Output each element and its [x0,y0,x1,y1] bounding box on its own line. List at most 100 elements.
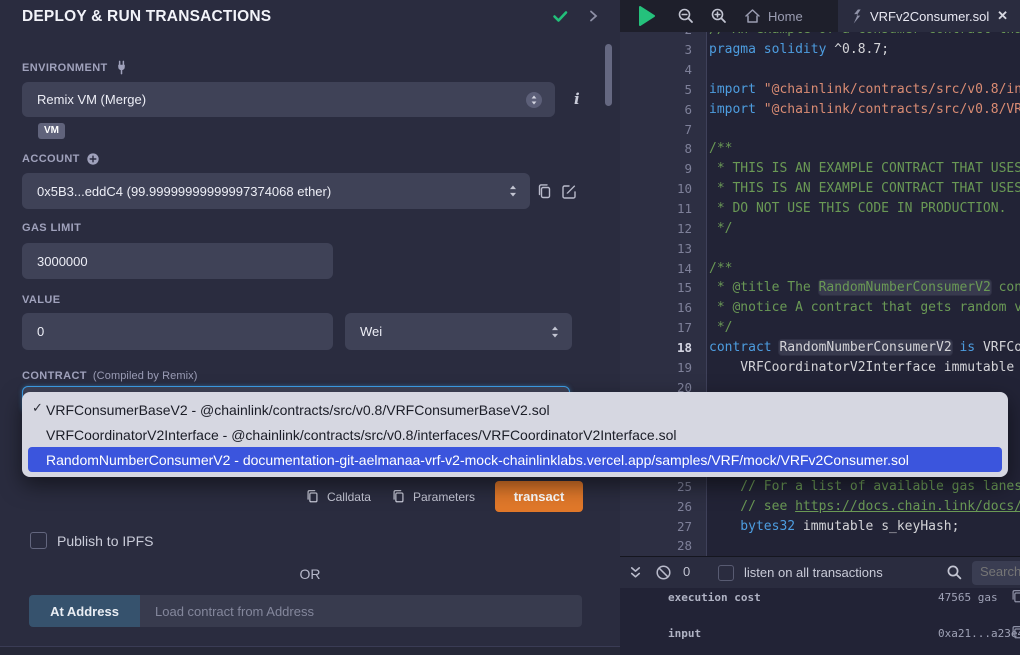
code-line: 17 */ [620,318,1020,338]
code-text: VRFCoordinatorV2Interface immutable CO [706,360,1020,375]
transaction-count-badge: 0 [683,564,690,579]
zoom-out-icon[interactable] [677,7,695,25]
code-text: /** [706,141,732,156]
clear-console-ban-icon[interactable] [655,564,672,581]
code-line: 8/** [620,139,1020,159]
code-line: 4 [620,60,1020,80]
account-label: ACCOUNT [22,152,100,166]
publish-ipfs-label: Publish to IPFS [57,533,154,549]
terminal-search-input[interactable] [972,561,1020,579]
deploy-action-row: Calldata Parameters transact [0,481,583,512]
line-number: 7 [620,122,706,137]
select-arrows-icon [525,91,543,109]
code-line: 3pragma solidity ^0.8.7; [620,40,1020,60]
code-line: 7 [620,119,1020,139]
line-number: 13 [620,241,706,256]
code-line: 9 * THIS IS AN EXAMPLE CONTRACT THAT USE… [620,159,1020,179]
line-number: 5 [620,82,706,97]
gas-limit-input[interactable] [22,254,333,269]
code-text: */ [706,320,732,335]
account-value: 0x5B3...eddC4 (99.99999999999997374068 e… [22,184,331,199]
at-address-input[interactable] [140,604,582,619]
code-text: * DO NOT USE THIS CODE IN PRODUCTION. [706,201,1006,216]
code-editor[interactable]: 2// An example of a consumer contract th… [620,32,1020,556]
value-input[interactable] [22,324,333,339]
terminal-row: execution cost 47565 gas [620,591,1020,607]
publish-ipfs-checkbox[interactable] [30,532,47,549]
line-number: 10 [620,181,706,196]
contract-option-label: VRFConsumerBaseV2 - @chainlink/contracts… [46,402,550,418]
collapse-panel-chevron-icon[interactable] [585,8,601,24]
value-label: VALUE [22,294,60,306]
listen-all-transactions-label: listen on all transactions [744,565,883,580]
edit-account-icon[interactable] [561,183,578,200]
expand-terminal-chevrons-icon[interactable] [628,565,643,581]
terminal-row: input0xa21...a23e4 [620,627,1020,643]
parameters-group[interactable]: Parameters [391,489,475,504]
environment-label: ENVIRONMENT [22,60,129,75]
terminal-search-icon [946,564,963,581]
copy-value-icon[interactable] [1010,625,1020,640]
copy-parameters-icon [391,489,406,504]
listen-all-transactions-checkbox[interactable] [718,565,734,581]
terminal-row-value: 47565 gas [938,591,998,604]
line-number: 16 [620,300,706,315]
contract-option[interactable]: RandomNumberConsumerV2 - documentation-g… [28,447,1002,472]
gas-limit-input-box [22,243,333,279]
copy-account-icon[interactable] [536,183,553,200]
vm-badge: VM [38,123,65,139]
solidity-file-icon [850,9,863,24]
or-divider-label: OR [0,566,620,582]
compile-success-check-icon [551,7,569,25]
add-account-plus-icon[interactable] [86,152,100,166]
value-input-box [22,313,333,350]
environment-select[interactable]: Remix VM (Merge) [22,82,555,117]
run-script-play-icon[interactable] [638,6,656,26]
line-number: 17 [620,320,706,335]
select-caret-icon [506,183,520,199]
code-line: 25 // For a list of available gas lanes, [620,476,1020,496]
code-line: 28 [620,536,1020,556]
contract-option[interactable]: ✓VRFConsumerBaseV2 - @chainlink/contract… [22,397,1008,422]
tab-vrfv2consumer[interactable]: VRFv2Consumer.sol ✕ [838,0,1020,32]
line-number: 19 [620,360,706,375]
terminal-row-label: input [668,627,701,640]
terminal-output[interactable]: execution cost 47565 gas input0xa21...a23e… [620,588,1020,655]
contract-label: CONTRACT (Compiled by Remix) [22,370,198,382]
home-icon [744,8,761,24]
tab-home[interactable]: Home [732,0,815,32]
value-unit-select[interactable]: Wei [345,313,572,350]
contract-dropdown-menu: ✓VRFConsumerBaseV2 - @chainlink/contract… [22,392,1008,477]
calldata-group[interactable]: Calldata [305,489,371,504]
panel-scrollbar-thumb[interactable] [605,44,612,106]
parameters-label: Parameters [413,490,475,504]
code-text: * @title The RandomNumberConsumerV2 cont [706,280,1020,295]
environment-info-icon[interactable]: i [574,90,580,108]
line-number: 14 [620,261,706,276]
account-select[interactable]: 0x5B3...eddC4 (99.99999999999997374068 e… [22,173,530,209]
code-text: // An example of a consumer contract tha… [706,32,1020,37]
code-text: // see https://docs.chain.link/docs/v [706,499,1020,514]
zoom-in-icon[interactable] [710,7,728,25]
line-number: 4 [620,62,706,77]
code-lines: 2// An example of a consumer contract th… [620,32,1020,556]
copy-value-icon[interactable] [1010,589,1020,604]
line-number: 11 [620,201,706,216]
close-tab-icon[interactable]: ✕ [997,8,1008,24]
line-number: 15 [620,280,706,295]
contract-option[interactable]: VRFCoordinatorV2Interface - @chainlink/c… [22,422,1008,447]
line-number: 3 [620,42,706,57]
code-text: import "@chainlink/contracts/src/v0.8/in… [706,82,1020,97]
line-number: 18 [620,340,706,355]
terminal-row-label: execution cost [668,591,761,604]
transact-button[interactable]: transact [495,481,583,512]
code-text: * @notice A contract that gets random va [706,300,1020,315]
code-line: 5import "@chainlink/contracts/src/v0.8/i… [620,80,1020,100]
at-address-button[interactable]: At Address [29,595,140,627]
line-number: 26 [620,499,706,514]
line-number: 27 [620,519,706,534]
copy-calldata-icon [305,489,320,504]
code-text: /** [706,261,732,276]
publish-row: Publish to IPFS [30,532,154,549]
gas-limit-label: GAS LIMIT [22,222,81,234]
